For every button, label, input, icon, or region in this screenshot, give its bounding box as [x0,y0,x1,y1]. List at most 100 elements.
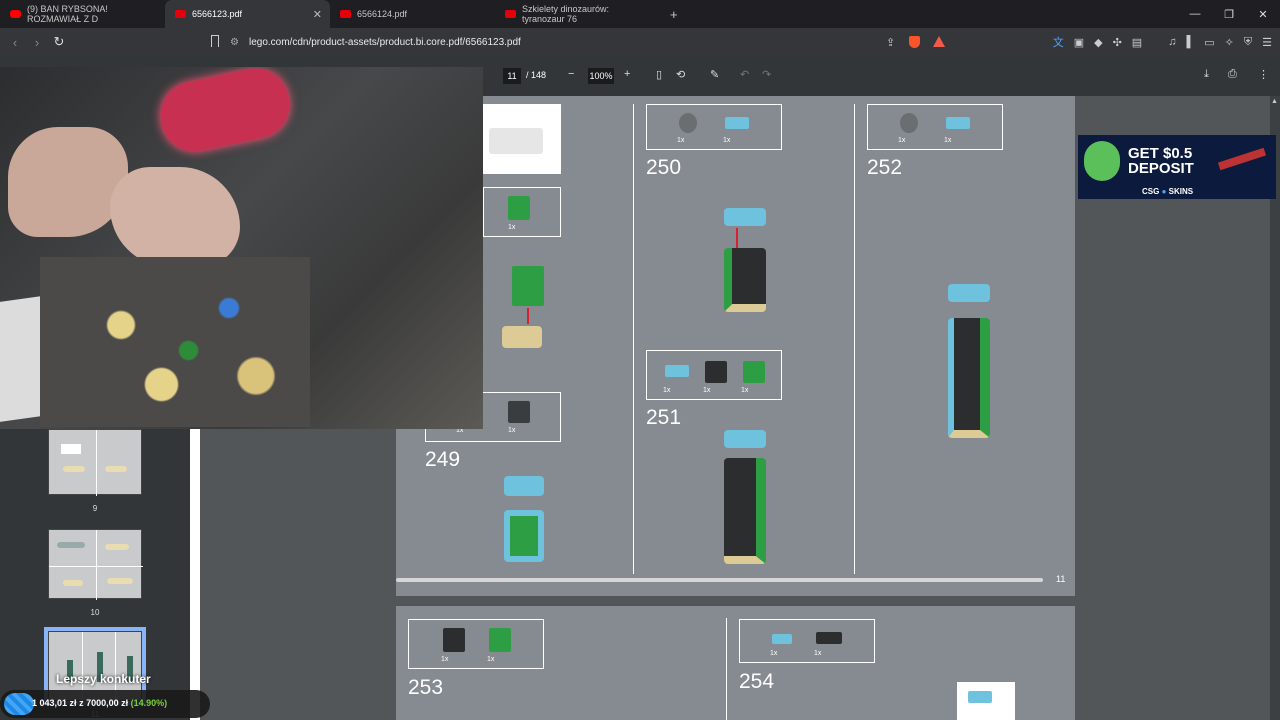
webcam-overlay [0,67,483,429]
ad-brand: CSG ● SKINS [1142,187,1193,196]
step-number: 251 [646,406,682,429]
part-quantity: 1x [677,137,685,144]
print-icon[interactable]: ⎙ [1228,68,1237,81]
tab-pdf-6566123[interactable]: 6566123.pdf ✕ [165,0,330,28]
tab-pdf-6566124[interactable]: 6566124.pdf [330,0,495,28]
build-illustration [948,284,990,302]
build-illustration [502,326,542,348]
music-icon[interactable]: ♫ [1168,36,1176,48]
reload-icon[interactable]: ↻ [48,34,70,50]
minimize-icon[interactable]: — [1178,0,1212,28]
restore-icon[interactable]: ❐ [1212,0,1246,28]
thumbnail-page-9[interactable] [48,429,142,496]
sponsor-ad[interactable]: GET $0.5 DEPOSIT CSG ● SKINS [1078,135,1276,199]
brave-shield-icon[interactable] [909,36,920,48]
hands-illustration [110,167,240,267]
share-icon[interactable]: ⇪ [886,36,895,49]
build-illustration [724,430,766,448]
fit-page-icon[interactable]: ▯ [656,68,662,81]
arrow-icon [736,228,738,248]
redo-icon[interactable]: ↷ [762,68,771,81]
window-controls: — ❐ ✕ [1178,0,1280,28]
forward-icon[interactable]: › [26,35,48,50]
mascot-illustration [1084,141,1120,181]
zoom-in-icon[interactable]: + [624,68,630,80]
extensions-area: 文 ▣ ◆ ✣ ▤ ♫ ▌ ▭ ✧ ⛨ ☰ [1053,28,1272,56]
donation-icon [4,693,34,715]
thumbnail-number: 9 [92,504,98,513]
scroll-up-icon[interactable]: ▲ [1271,98,1278,105]
zoom-out-icon[interactable]: − [568,68,574,80]
rifle-illustration [1217,147,1267,171]
menu-icon[interactable]: ☰ [1262,36,1272,49]
page-number-input[interactable]: 11 [503,68,521,84]
puzzle-icon[interactable]: ✣ [1113,36,1122,49]
step-number: 252 [867,156,903,179]
parts-list: 1x [483,187,561,237]
part-dark-round [679,113,697,133]
tab-youtube[interactable]: (9) BAN RYBSONA! ROZMAWIAŁ Z D [0,0,165,28]
part-quantity: 1x [487,656,495,663]
donation-title: Lepszy konkuter [56,672,151,686]
part-quantity: 1x [944,137,952,144]
extension-icon[interactable]: ▣ [1074,36,1084,49]
thumbnail-page-10[interactable] [48,529,143,600]
part-quantity: 1x [741,387,749,394]
tab-szkielety[interactable]: Szkielety dinozaurów: tyranozaur 76 [495,0,660,28]
part-dark-plate [816,632,842,644]
calendar-icon[interactable]: ▤ [1132,36,1142,49]
part-dark-brick [508,401,530,423]
tab-title: 6566123.pdf [192,9,243,19]
brand-text: CSG [1142,187,1160,196]
page-divider [633,104,634,574]
part-teal-plate [946,117,970,129]
donation-percent: (14.90%) [130,698,168,708]
rotate-icon[interactable]: ⟲ [676,68,685,81]
part-green-brick [508,196,530,220]
page-scroll-track [396,578,1043,582]
rewards-icon[interactable] [933,36,945,47]
translate-icon[interactable]: 文 [1053,34,1064,50]
build-illustration [724,458,766,564]
diamond-icon[interactable]: ◆ [1094,36,1102,49]
new-tab-button[interactable]: + [660,0,688,28]
undo-icon[interactable]: ↶ [740,68,749,81]
parts-list: 1x 1x [739,619,875,663]
back-icon[interactable]: ‹ [4,35,26,50]
ad-headline: DEPOSIT [1128,160,1194,177]
download-icon[interactable]: ⤓ [1204,68,1209,81]
parts-list: 1x 1x [646,104,782,150]
vpn-icon[interactable]: ⛨ [1244,36,1252,49]
bookmark-icon[interactable] [211,35,219,47]
lego-icon [340,10,351,18]
close-icon[interactable]: ✕ [313,8,322,21]
arrow-icon [527,308,529,324]
leo-icon[interactable]: ✧ [1225,36,1234,49]
annotate-icon[interactable]: ✎ [710,68,719,81]
parts-list: 1x 1x [408,619,544,669]
build-illustration [512,266,544,306]
donation-separator: z [79,698,84,708]
close-window-icon[interactable]: ✕ [1246,0,1280,28]
part-teal-plate [665,365,689,377]
part-teal-plate [968,691,992,703]
wallet-icon[interactable]: ▭ [1204,36,1214,49]
address-bar[interactable]: ⚙ lego.com/cdn/product-assets/product.bi… [230,31,930,53]
site-info-icon[interactable]: ⚙ [230,37,239,48]
part-quantity: 1x [663,387,671,394]
parts-list: 1x 1x [867,104,1003,150]
submodel-callout [957,682,1015,720]
build-illustration [724,248,766,312]
brand-text: SKINS [1168,187,1194,196]
part-quantity: 1x [508,427,516,434]
thumbnail-number: 10 [90,608,100,617]
pdf-page-11: 1x 1x 1x 249 1x 1x 250 1x 1x 1x 251 1x 1… [396,96,1075,596]
part-quantity: 1x [770,650,778,657]
url-text: lego.com/cdn/product-assets/product.bi.c… [248,36,521,48]
browser-toolbar: ‹ › ↻ ⚙ lego.com/cdn/product-assets/prod… [0,28,1280,56]
donation-goal: 7000,00 zł [86,698,129,708]
zoom-level-input[interactable]: 100% [588,68,614,84]
sidebar-icon[interactable]: ▌ [1186,36,1194,48]
part-quantity: 1x [723,137,731,144]
more-options-icon[interactable]: ⋮ [1258,68,1269,81]
